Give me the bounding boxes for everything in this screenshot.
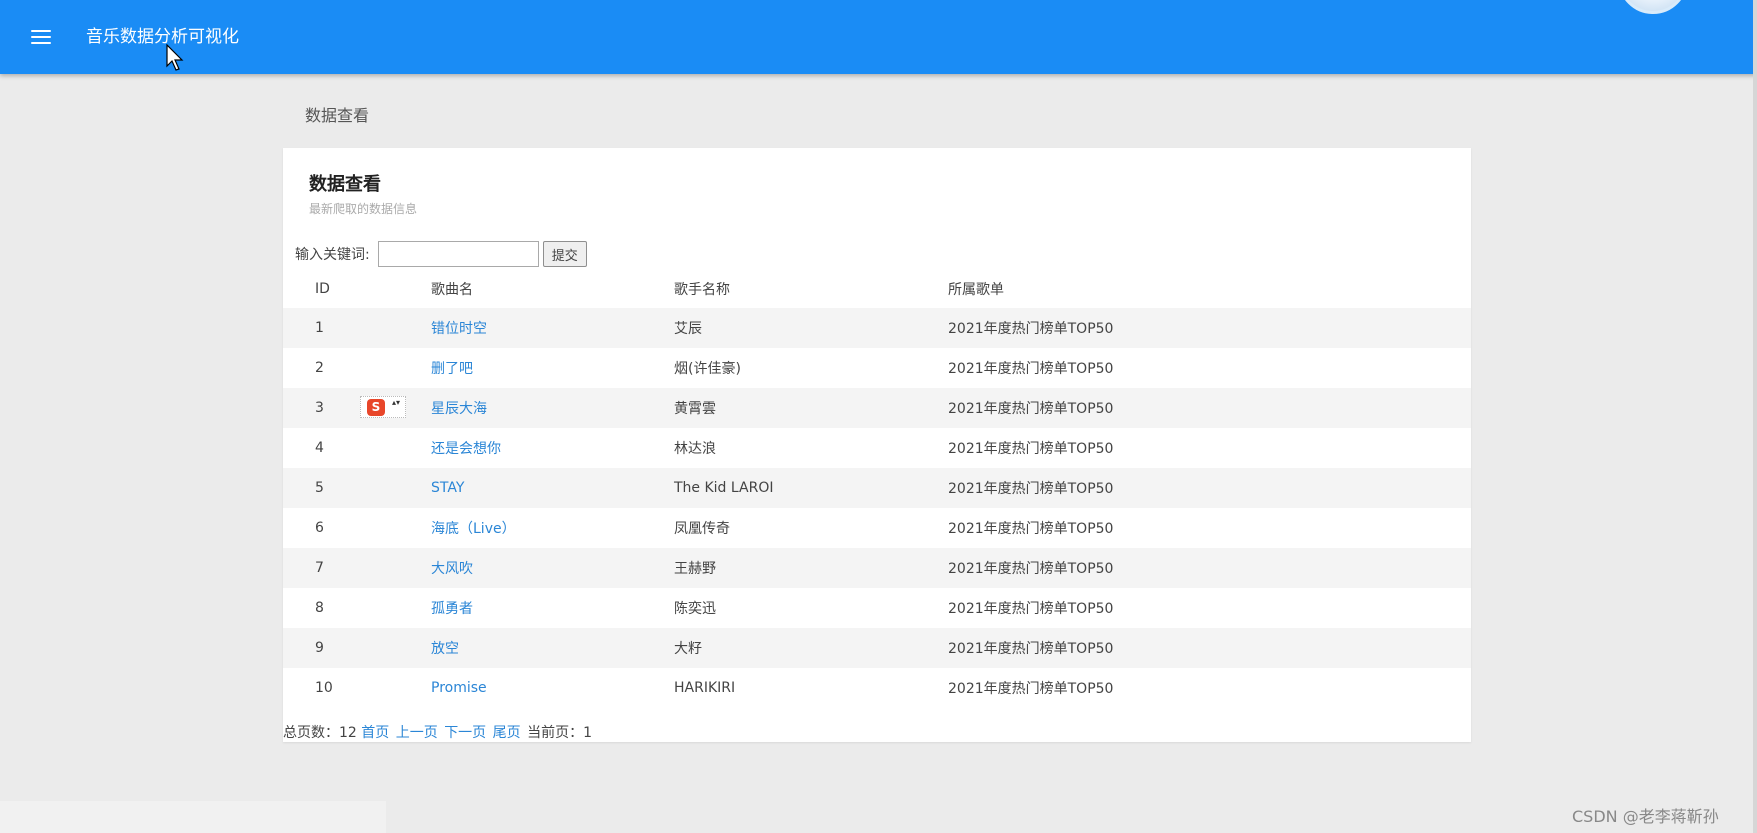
playlist-name: 2021年度热门榜单TOP50	[948, 481, 1114, 497]
playlist-name: 2021年度热门榜单TOP50	[948, 601, 1114, 617]
data-card: 数据查看 最新爬取的数据信息 输入关键词: 提交 ID 歌曲名 歌手名称 所属歌…	[283, 148, 1471, 742]
song-link[interactable]: 还是会想你	[431, 441, 501, 457]
artist-name: 陈奕迅	[674, 601, 716, 617]
current-page-label: 当前页：	[527, 725, 584, 741]
current-page-value: 1	[583, 725, 593, 741]
artist-name: HARIKIRI	[674, 680, 736, 696]
pagination: 总页数：12 首页 上一页 下一页 尾页 当前页：1	[283, 722, 592, 742]
table-row: 3 S ▴▾ 星辰大海 黄霄雲 2021年度热门榜单TOP50	[283, 388, 1471, 428]
column-header-song: 歌曲名	[431, 282, 473, 298]
row-id: 1	[315, 320, 324, 336]
hamburger-menu-icon[interactable]	[28, 24, 54, 50]
ime-arrows-icon: ▴▾	[392, 398, 401, 407]
playlist-name: 2021年度热门榜单TOP50	[948, 561, 1114, 577]
search-label: 输入关键词:	[295, 247, 370, 263]
artist-name: 大籽	[674, 641, 702, 657]
row-id: 10	[315, 680, 333, 696]
row-id: 4	[315, 440, 324, 456]
row-id: 6	[315, 520, 324, 536]
playlist-name: 2021年度热门榜单TOP50	[948, 441, 1114, 457]
song-link[interactable]: 删了吧	[431, 361, 473, 377]
song-link[interactable]: 星辰大海	[431, 401, 487, 417]
sogou-logo-icon: S	[367, 399, 385, 416]
column-header-artist: 歌手名称	[674, 282, 730, 298]
song-link[interactable]: Promise	[431, 680, 487, 696]
song-link[interactable]: 孤勇者	[431, 601, 473, 617]
submit-button[interactable]: 提交	[542, 241, 587, 267]
table-row: 1 错位时空 艾辰 2021年度热门榜单TOP50	[283, 308, 1471, 348]
row-id: 3	[315, 400, 324, 416]
last-page-link[interactable]: 尾页	[493, 725, 521, 741]
table-row: 10 Promise HARIKIRI 2021年度热门榜单TOP50	[283, 668, 1471, 708]
song-link[interactable]: 放空	[431, 641, 459, 657]
artist-name: 林达浪	[674, 441, 716, 457]
table-row: 4 还是会想你 林达浪 2021年度热门榜单TOP50	[283, 428, 1471, 468]
row-id: 9	[315, 640, 324, 656]
search-form: 输入关键词: 提交	[295, 241, 587, 267]
table-row: 6 海底（Live） 凤凰传奇 2021年度热门榜单TOP50	[283, 508, 1471, 548]
playlist-name: 2021年度热门榜单TOP50	[948, 521, 1114, 537]
playlist-name: 2021年度热门榜单TOP50	[948, 401, 1114, 417]
artist-name: 王赫野	[674, 561, 716, 577]
app-title: 音乐数据分析可视化	[86, 27, 239, 47]
total-pages-value: 12	[339, 725, 357, 741]
row-id: 8	[315, 600, 324, 616]
artist-name: The Kid LAROI	[674, 480, 774, 496]
row-id: 7	[315, 560, 324, 576]
table-row: 2 删了吧 烟(许佳豪) 2021年度热门榜单TOP50	[283, 348, 1471, 388]
table-row: 8 孤勇者 陈奕迅 2021年度热门榜单TOP50	[283, 588, 1471, 628]
table-header-row: ID 歌曲名 歌手名称 所属歌单	[283, 270, 1471, 308]
scrollbar[interactable]	[1753, 0, 1757, 833]
column-header-playlist: 所属歌单	[948, 282, 1004, 298]
table-row: 7 大风吹 王赫野 2021年度热门榜单TOP50	[283, 548, 1471, 588]
csdn-watermark: CSDN @老李蒋靳孙	[1572, 807, 1719, 826]
app-bar: 音乐数据分析可视化	[0, 0, 1757, 74]
playlist-name: 2021年度热门榜单TOP50	[948, 321, 1114, 337]
card-subtitle: 最新爬取的数据信息	[309, 202, 418, 216]
prev-page-link[interactable]: 上一页	[396, 725, 438, 741]
song-link[interactable]: 大风吹	[431, 561, 473, 577]
playlist-name: 2021年度热门榜单TOP50	[948, 641, 1114, 657]
song-link[interactable]: 海底（Live）	[431, 521, 516, 537]
playlist-name: 2021年度热门榜单TOP50	[948, 361, 1114, 377]
artist-name: 黄霄雲	[674, 401, 716, 417]
song-table: ID 歌曲名 歌手名称 所属歌单 1 错位时空 艾辰 2021年度热门榜单TOP…	[283, 270, 1471, 708]
next-page-link[interactable]: 下一页	[444, 725, 486, 741]
total-pages-label: 总页数：	[283, 725, 339, 741]
playlist-name: 2021年度热门榜单TOP50	[948, 681, 1114, 697]
artist-name: 艾辰	[674, 321, 702, 337]
breadcrumb: 数据查看	[305, 106, 370, 125]
card-title: 数据查看	[309, 174, 381, 195]
user-avatar[interactable]	[1618, 0, 1688, 14]
mouse-cursor-icon	[166, 44, 184, 71]
song-link[interactable]: 错位时空	[431, 321, 487, 337]
first-page-link[interactable]: 首页	[361, 725, 389, 741]
artist-name: 烟(许佳豪)	[674, 361, 741, 377]
table-row: 9 放空 大籽 2021年度热门榜单TOP50	[283, 628, 1471, 668]
row-id: 5	[315, 480, 324, 496]
ime-toolbar-icon[interactable]: S ▴▾	[360, 396, 406, 418]
column-header-id: ID	[315, 281, 330, 297]
row-id: 2	[315, 360, 324, 376]
song-link[interactable]: STAY	[431, 480, 464, 496]
status-bar-url	[0, 801, 386, 833]
keyword-input[interactable]	[377, 241, 539, 267]
table-row: 5 STAY The Kid LAROI 2021年度热门榜单TOP50	[283, 468, 1471, 508]
artist-name: 凤凰传奇	[674, 521, 730, 537]
